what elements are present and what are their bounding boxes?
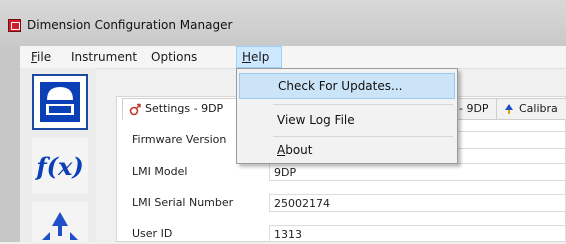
app-icon <box>8 19 21 32</box>
tab-calibration[interactable]: Calibra <box>496 98 566 120</box>
lmi-serial-number-label: LMI Serial Number <box>132 196 234 209</box>
svg-text:f(x): f(x) <box>34 152 83 181</box>
tab-calibration-label: Calibra <box>519 102 558 115</box>
device-button[interactable] <box>32 74 88 130</box>
function-button[interactable]: f(x) <box>32 138 88 194</box>
menu-check-for-updates[interactable]: Check For Updates... <box>239 73 455 99</box>
lmi-model-label: LMI Model <box>132 165 188 178</box>
lmi-serial-number-field[interactable]: 25002174 <box>269 194 566 212</box>
calibration-icon <box>505 104 513 114</box>
device-icon <box>40 82 80 122</box>
lmi-model-field[interactable]: 9DP <box>269 163 566 181</box>
tab-9dp-label: - 9DP <box>459 102 489 115</box>
user-id-label: User ID <box>132 227 173 240</box>
user-id-field[interactable]: 1313 <box>269 225 566 242</box>
function-icon: f(x) <box>34 152 83 181</box>
calibrate-icon <box>42 212 78 240</box>
menu-options[interactable]: Options <box>146 46 202 68</box>
menu-bar: File Instrument Options Help <box>20 46 566 69</box>
menu-view-log-file[interactable]: View Log File <box>239 107 455 133</box>
toolstrip: f(x) <box>20 68 96 242</box>
firmware-version-label: Firmware Version <box>132 133 227 146</box>
settings-icon <box>129 103 141 116</box>
menu-about[interactable]: About <box>239 137 455 163</box>
menu-instrument[interactable]: Instrument <box>66 46 142 68</box>
menu-file[interactable]: File <box>26 46 56 68</box>
menu-help[interactable]: Help <box>236 46 282 68</box>
title-bar: Dimension Configuration Manager <box>0 0 566 46</box>
calibrate-button[interactable] <box>32 202 88 242</box>
window-title: Dimension Configuration Manager <box>27 18 233 32</box>
window-frame-left <box>0 46 20 242</box>
tab-settings-label: Settings - 9DP <box>145 102 224 115</box>
tab-settings[interactable]: Settings - 9DP <box>122 98 248 120</box>
menu-separator <box>273 104 453 105</box>
help-dropdown-menu: Check For Updates... View Log File About <box>236 68 458 164</box>
